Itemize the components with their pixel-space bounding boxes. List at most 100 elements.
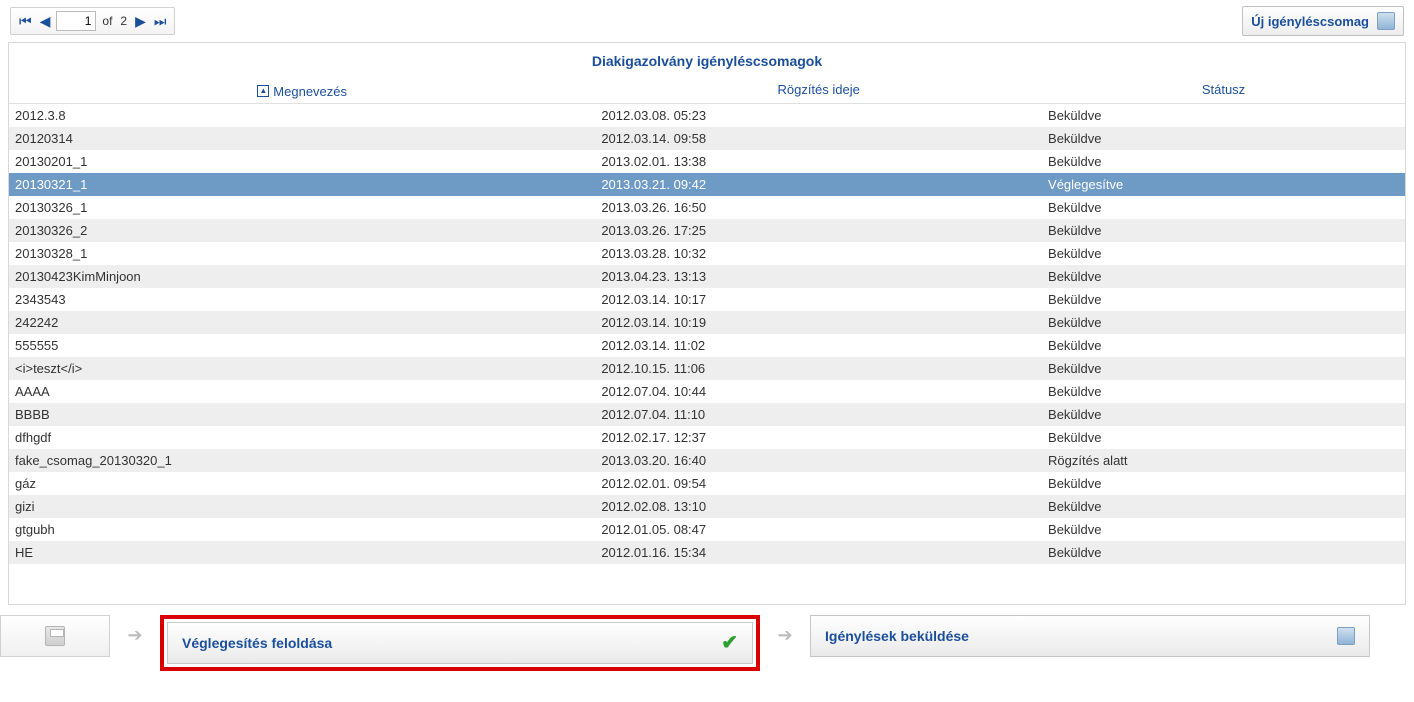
cell-status: Beküldve xyxy=(1042,426,1405,449)
table-row[interactable]: gtgubh2012.01.05. 08:47Beküldve xyxy=(9,518,1405,541)
cell-name: 555555 xyxy=(9,334,595,357)
pager-first-button[interactable]: ⏮ xyxy=(17,14,34,28)
table-row[interactable]: <i>teszt</i>2012.10.15. 11:06Beküldve xyxy=(9,357,1405,380)
table-row[interactable]: 23435432012.03.14. 10:17Beküldve xyxy=(9,288,1405,311)
pager-prev-button[interactable]: ◀ xyxy=(38,14,53,28)
cell-name: 20130201_1 xyxy=(9,150,595,173)
cell-time: 2013.03.20. 16:40 xyxy=(595,449,1042,472)
cell-status: Beküldve xyxy=(1042,403,1405,426)
column-header-time[interactable]: Rögzítés ideje xyxy=(595,77,1042,103)
cell-time: 2013.03.21. 09:42 xyxy=(595,173,1042,196)
cell-time: 2013.03.26. 17:25 xyxy=(595,219,1042,242)
cell-time: 2012.02.08. 13:10 xyxy=(595,495,1042,518)
arrow-right-icon: ➔ xyxy=(118,615,152,657)
cell-name: 20130321_1 xyxy=(9,173,595,196)
table-row[interactable]: AAAA2012.07.04. 10:44Beküldve xyxy=(9,380,1405,403)
cell-time: 2013.04.23. 13:13 xyxy=(595,265,1042,288)
pager: ⏮ ◀ of 2 ▶ ⏭ xyxy=(10,7,175,35)
cell-status: Beküldve xyxy=(1042,518,1405,541)
cell-status: Beküldve xyxy=(1042,380,1405,403)
cell-status: Beküldve xyxy=(1042,334,1405,357)
table-row[interactable]: 20130326_22013.03.26. 17:25Beküldve xyxy=(9,219,1405,242)
cell-status: Véglegesítve xyxy=(1042,173,1405,196)
cell-name: 20130326_2 xyxy=(9,219,595,242)
cell-time: 2012.07.04. 11:10 xyxy=(595,403,1042,426)
save-slot[interactable] xyxy=(0,615,110,657)
table-row[interactable]: gáz2012.02.01. 09:54Beküldve xyxy=(9,472,1405,495)
pager-page-input[interactable] xyxy=(56,11,96,31)
column-header-name[interactable]: ▲ Megnevezés xyxy=(9,77,595,103)
table-row[interactable]: 2012.3.82012.03.08. 05:23Beküldve xyxy=(9,103,1405,127)
unlock-finalize-button[interactable]: Véglegesítés feloldása ✔ xyxy=(167,622,753,664)
cell-time: 2013.03.28. 10:32 xyxy=(595,242,1042,265)
cell-name: BBBB xyxy=(9,403,595,426)
cell-status: Beküldve xyxy=(1042,127,1405,150)
cell-status: Beküldve xyxy=(1042,219,1405,242)
save-icon xyxy=(45,626,65,646)
new-package-button[interactable]: Új igényléscsomag xyxy=(1242,6,1404,36)
send-requests-label: Igénylések beküldése xyxy=(825,628,969,644)
cell-time: 2012.02.01. 09:54 xyxy=(595,472,1042,495)
cell-time: 2012.02.17. 12:37 xyxy=(595,426,1042,449)
cell-status: Beküldve xyxy=(1042,311,1405,334)
table-row[interactable]: dfhgdf2012.02.17. 12:37Beküldve xyxy=(9,426,1405,449)
cell-status: Beküldve xyxy=(1042,242,1405,265)
cell-status: Beküldve xyxy=(1042,495,1405,518)
table-row[interactable]: 20130328_12013.03.28. 10:32Beküldve xyxy=(9,242,1405,265)
cell-time: 2012.03.08. 05:23 xyxy=(595,103,1042,127)
cell-status: Beküldve xyxy=(1042,288,1405,311)
column-header-status[interactable]: Státusz xyxy=(1042,77,1405,103)
top-toolbar: ⏮ ◀ of 2 ▶ ⏭ Új igényléscsomag xyxy=(0,0,1414,42)
cell-time: 2012.07.04. 10:44 xyxy=(595,380,1042,403)
pager-of-label: of xyxy=(100,14,114,28)
table-row[interactable]: 20130326_12013.03.26. 16:50Beküldve xyxy=(9,196,1405,219)
sort-asc-icon: ▲ xyxy=(257,85,269,97)
unlock-finalize-label: Véglegesítés feloldása xyxy=(182,635,332,651)
cell-name: HE xyxy=(9,541,595,564)
arrow-right-icon: ➔ xyxy=(768,615,802,657)
check-icon: ✔ xyxy=(721,630,738,655)
cell-name: gáz xyxy=(9,472,595,495)
table-row[interactable]: 5555552012.03.14. 11:02Beküldve xyxy=(9,334,1405,357)
pager-last-button[interactable]: ⏭ xyxy=(152,14,169,28)
cell-time: 2012.10.15. 11:06 xyxy=(595,357,1042,380)
cell-name: fake_csomag_20130320_1 xyxy=(9,449,595,472)
cell-name: AAAA xyxy=(9,380,595,403)
package-icon xyxy=(1377,12,1395,30)
packages-panel: Diakigazolvány igényléscsomagok ▲ Megnev… xyxy=(8,42,1406,605)
action-bar: ➔ Véglegesítés feloldása ✔ ➔ Igénylések … xyxy=(0,615,1414,675)
column-header-name-label: Megnevezés xyxy=(273,84,347,99)
column-header-status-label: Státusz xyxy=(1202,82,1245,97)
cell-name: gizi xyxy=(9,495,595,518)
pager-total: 2 xyxy=(118,14,129,28)
cell-status: Beküldve xyxy=(1042,357,1405,380)
table-row[interactable]: 201203142012.03.14. 09:58Beküldve xyxy=(9,127,1405,150)
table-row[interactable]: 20130201_12013.02.01. 13:38Beküldve xyxy=(9,150,1405,173)
cell-status: Beküldve xyxy=(1042,196,1405,219)
send-requests-button[interactable]: Igénylések beküldése xyxy=(810,615,1370,657)
cell-status: Beküldve xyxy=(1042,103,1405,127)
cell-status: Beküldve xyxy=(1042,541,1405,564)
cell-name: gtgubh xyxy=(9,518,595,541)
cell-status: Beküldve xyxy=(1042,472,1405,495)
cell-status: Beküldve xyxy=(1042,150,1405,173)
panel-title: Diakigazolvány igényléscsomagok xyxy=(9,43,1405,77)
cell-status: Beküldve xyxy=(1042,265,1405,288)
cell-status: Rögzítés alatt xyxy=(1042,449,1405,472)
table-row[interactable]: BBBB2012.07.04. 11:10Beküldve xyxy=(9,403,1405,426)
table-row[interactable]: gizi2012.02.08. 13:10Beküldve xyxy=(9,495,1405,518)
cell-time: 2012.03.14. 11:02 xyxy=(595,334,1042,357)
packages-table: ▲ Megnevezés Rögzítés ideje Státusz 2012… xyxy=(9,77,1405,564)
table-row[interactable]: 20130423KimMinjoon2013.04.23. 13:13Bekül… xyxy=(9,265,1405,288)
table-row[interactable]: HE2012.01.16. 15:34Beküldve xyxy=(9,541,1405,564)
pager-next-button[interactable]: ▶ xyxy=(133,14,148,28)
unlock-highlight: Véglegesítés feloldása ✔ xyxy=(160,615,760,671)
table-row[interactable]: 2422422012.03.14. 10:19Beküldve xyxy=(9,311,1405,334)
cell-name: dfhgdf xyxy=(9,426,595,449)
send-icon xyxy=(1337,627,1355,645)
cell-name: 242242 xyxy=(9,311,595,334)
table-row[interactable]: 20130321_12013.03.21. 09:42Véglegesítve xyxy=(9,173,1405,196)
table-row[interactable]: fake_csomag_20130320_12013.03.20. 16:40R… xyxy=(9,449,1405,472)
cell-name: 20130423KimMinjoon xyxy=(9,265,595,288)
cell-time: 2012.01.16. 15:34 xyxy=(595,541,1042,564)
